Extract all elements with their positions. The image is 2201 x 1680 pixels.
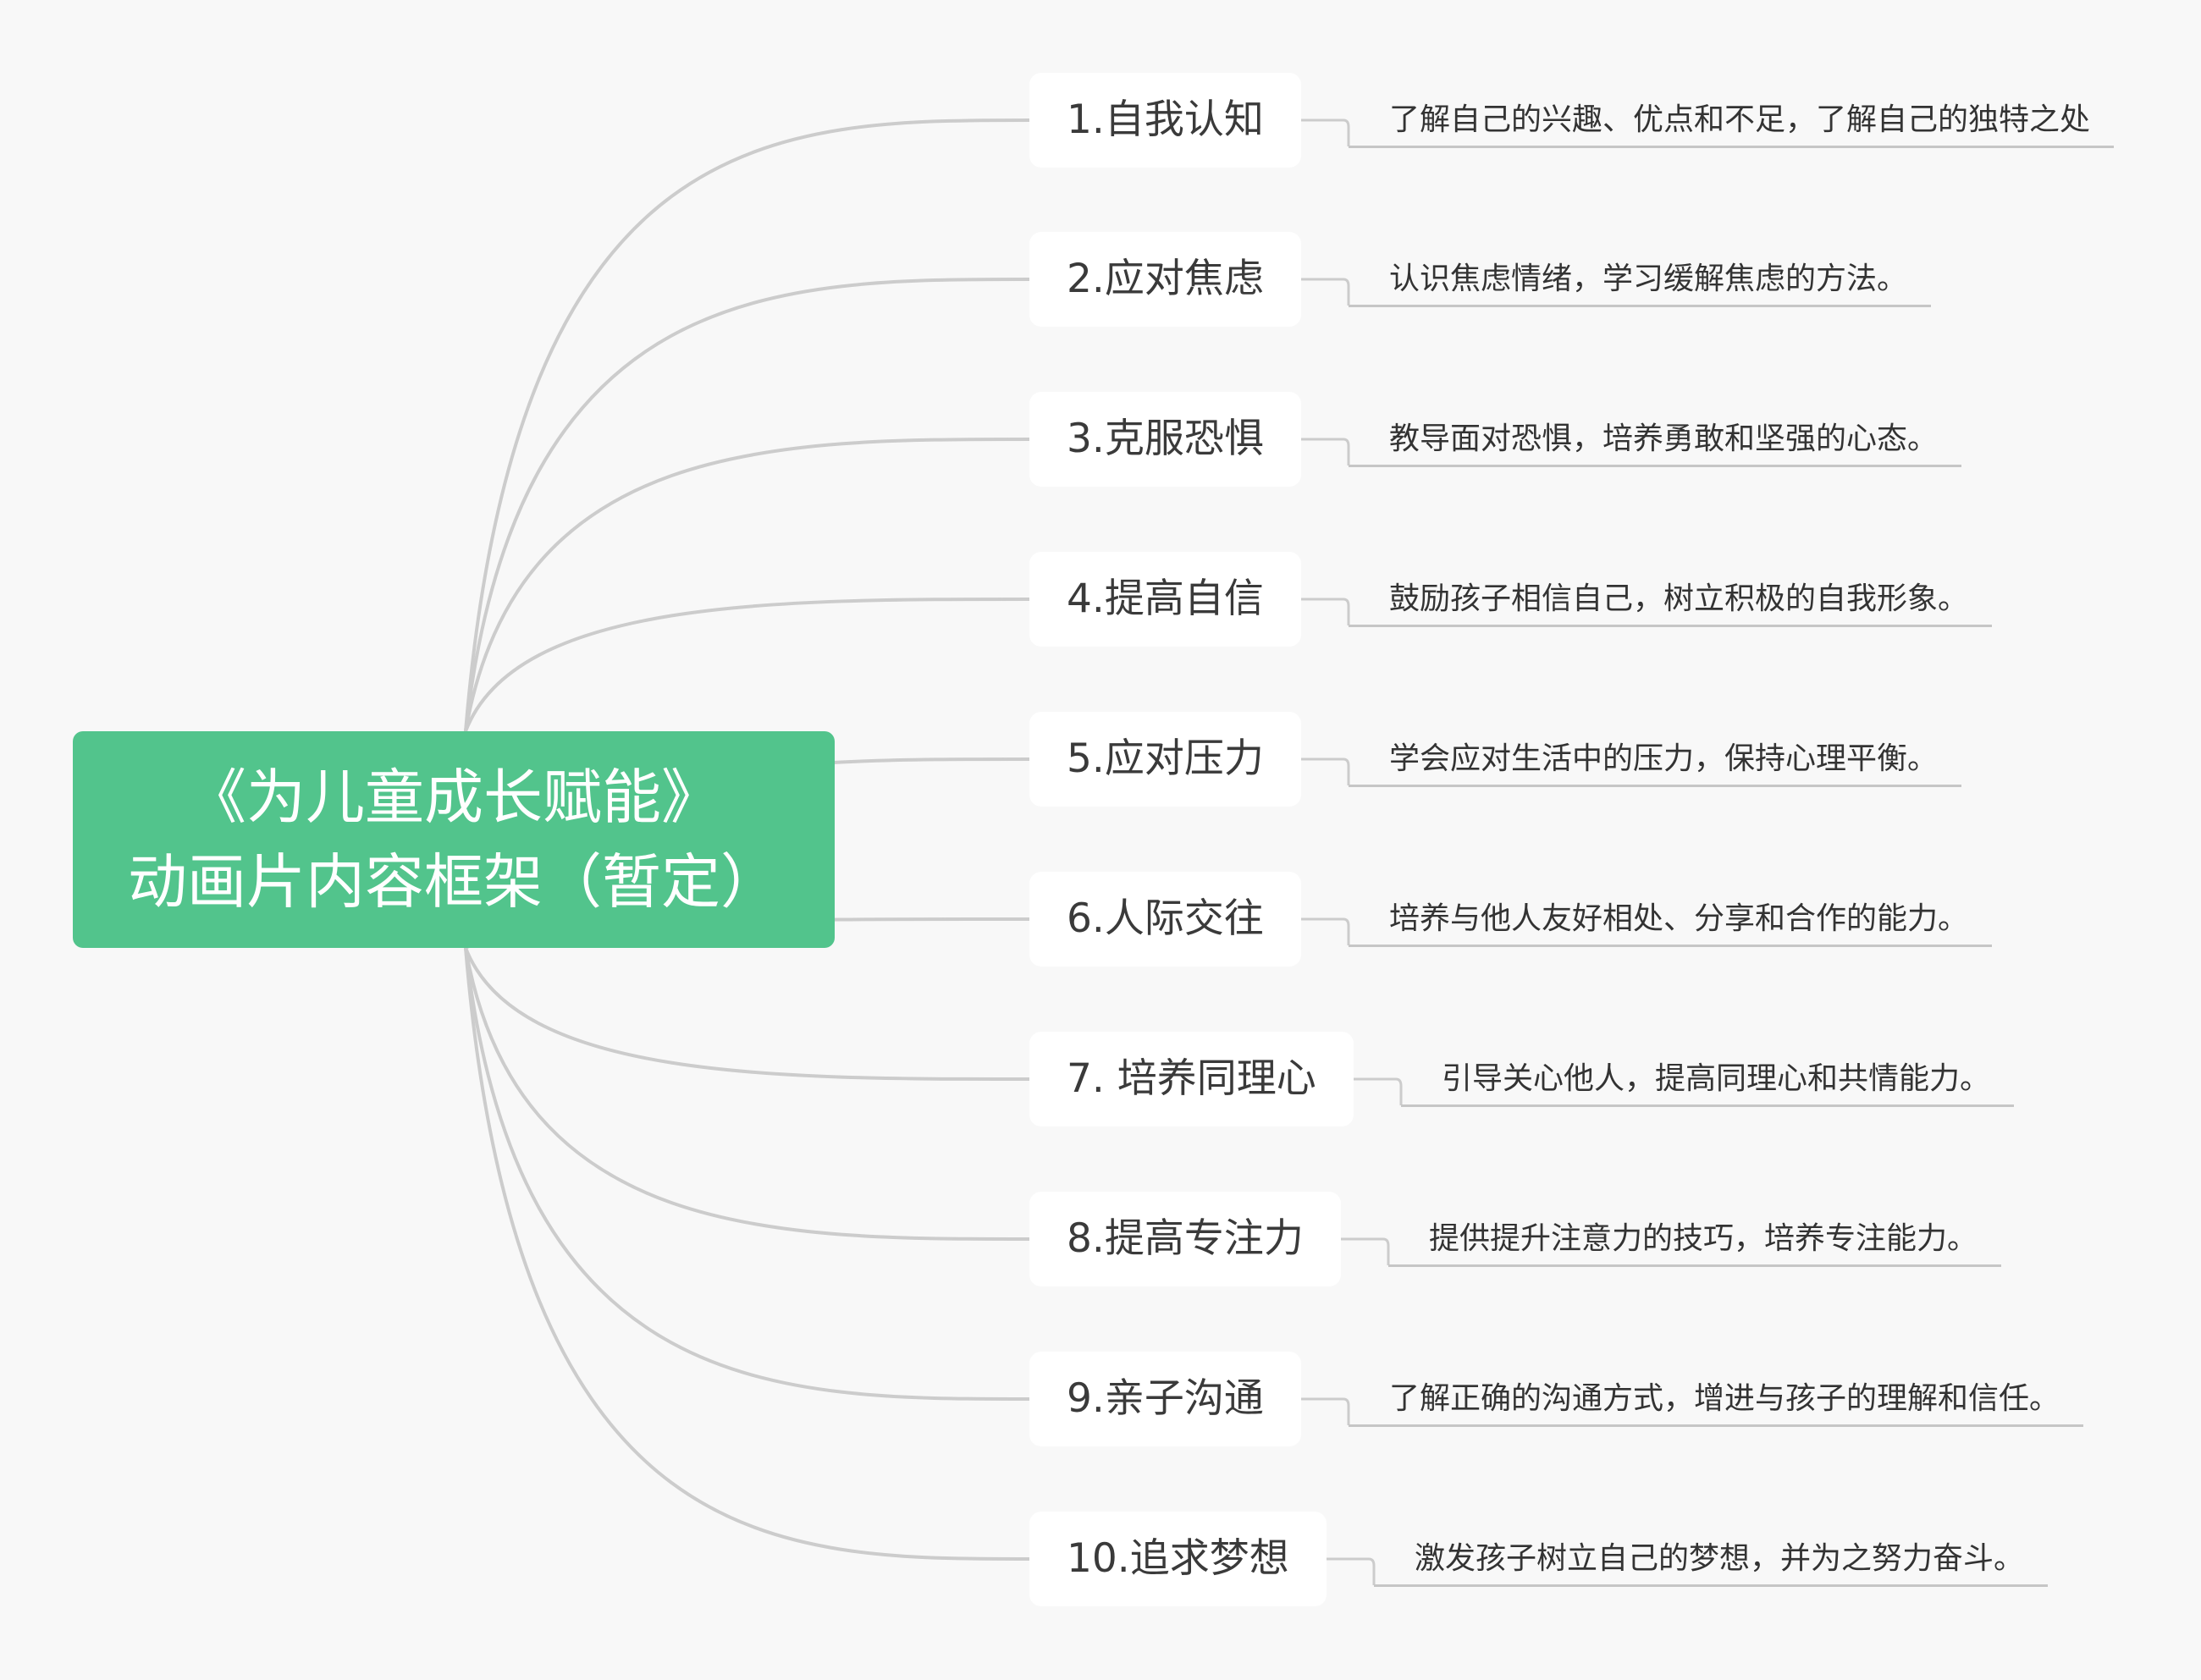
root-title-line-2: 动画片内容框架（暂定） bbox=[128, 847, 780, 917]
topic-empathy[interactable]: 7. 培养同理心 bbox=[1029, 1032, 1354, 1126]
topic-parent-communication[interactable]: 9.亲子沟通 bbox=[1029, 1352, 1301, 1446]
branch-connector bbox=[464, 947, 1030, 1561]
root-title-line-1: 《为儿童成长赋能》 bbox=[187, 763, 720, 832]
branch-connector bbox=[464, 947, 1030, 1081]
detail-coping-anxiety[interactable]: 认识焦虑情绪，学习缓解焦虑的方法。 bbox=[1349, 254, 1932, 307]
detail-pursue-dreams[interactable]: 激发孩子树立自己的梦想，并为之努力奋斗。 bbox=[1374, 1534, 2049, 1587]
detail-overcoming-fear[interactable]: 教导面对恐惧，培养勇敢和坚强的心态。 bbox=[1349, 414, 1962, 467]
detail-self-awareness[interactable]: 了解自己的兴趣、优点和不足，了解自己的独特之处 bbox=[1349, 95, 2115, 148]
branch-connector bbox=[464, 118, 1030, 732]
detail-connector bbox=[1327, 1557, 1376, 1585]
root-topic[interactable]: 《为儿童成长赋能》 动画片内容框架（暂定） bbox=[73, 731, 835, 948]
topic-pursue-dreams[interactable]: 10.追求梦想 bbox=[1029, 1512, 1327, 1606]
detail-connector bbox=[1301, 438, 1350, 465]
detail-connector bbox=[1301, 757, 1350, 785]
mind-map: 《为儿童成长赋能》 动画片内容框架（暂定） 1.自我认知 2.应对焦虑 3.克服… bbox=[0, 0, 2201, 1680]
detail-connector bbox=[1301, 278, 1350, 306]
detail-connector bbox=[1341, 1237, 1390, 1265]
branch-connector bbox=[464, 947, 1030, 1401]
topic-coping-stress[interactable]: 5.应对压力 bbox=[1029, 712, 1301, 807]
topic-focus[interactable]: 8.提高专注力 bbox=[1029, 1192, 1341, 1286]
detail-connector bbox=[1301, 1397, 1350, 1425]
topic-confidence[interactable]: 4.提高自信 bbox=[1029, 552, 1301, 647]
detail-empathy[interactable]: 引导关心他人，提高同理心和共情能力。 bbox=[1401, 1054, 2015, 1107]
detail-connector bbox=[1301, 118, 1350, 146]
detail-focus[interactable]: 提供提升注意力的技巧，培养专注能力。 bbox=[1388, 1214, 2002, 1267]
detail-social-interaction[interactable]: 培养与他人友好相处、分享和合作的能力。 bbox=[1349, 894, 1993, 947]
branch-connector bbox=[464, 438, 1030, 732]
topic-social-interaction[interactable]: 6.人际交往 bbox=[1029, 872, 1301, 967]
topic-self-awareness[interactable]: 1.自我认知 bbox=[1029, 73, 1301, 168]
detail-confidence[interactable]: 鼓励孩子相信自己，树立积极的自我形象。 bbox=[1349, 574, 1993, 627]
branch-connector bbox=[464, 278, 1030, 732]
detail-coping-stress[interactable]: 学会应对生活中的压力，保持心理平衡。 bbox=[1349, 734, 1962, 787]
topic-overcoming-fear[interactable]: 3.克服恐惧 bbox=[1029, 392, 1301, 487]
branch-connector bbox=[464, 598, 1030, 732]
detail-connector bbox=[1301, 917, 1350, 945]
detail-connector bbox=[1301, 598, 1350, 625]
branch-connector bbox=[464, 947, 1030, 1241]
topic-coping-anxiety[interactable]: 2.应对焦虑 bbox=[1029, 232, 1301, 327]
detail-connector bbox=[1354, 1077, 1403, 1105]
detail-parent-communication[interactable]: 了解正确的沟通方式，增进与孩子的理解和信任。 bbox=[1349, 1374, 2084, 1427]
